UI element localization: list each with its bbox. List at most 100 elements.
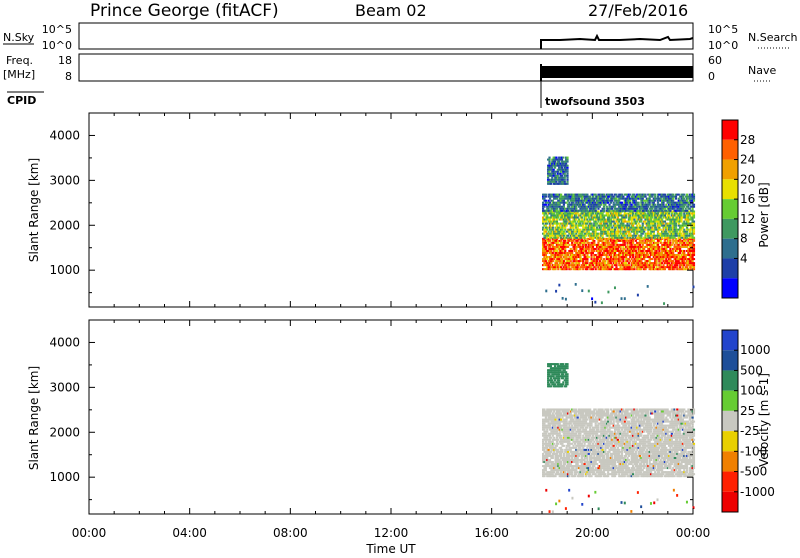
heatmap-cell bbox=[568, 475, 570, 477]
heatmap-cell bbox=[603, 252, 605, 254]
heatmap-cell bbox=[618, 262, 620, 264]
heatmap-cell bbox=[621, 202, 623, 204]
heatmap-cell bbox=[556, 225, 558, 227]
heatmap-cell bbox=[663, 302, 665, 305]
heatmap-cell bbox=[556, 437, 558, 439]
heatmap-cell bbox=[604, 262, 606, 264]
heatmap-cell bbox=[571, 250, 573, 252]
heatmap-cell bbox=[565, 163, 567, 165]
heatmap-cell bbox=[546, 447, 548, 449]
heatmap-cell bbox=[570, 260, 572, 262]
heatmap-cell bbox=[550, 237, 552, 239]
heatmap-cell bbox=[683, 242, 685, 244]
heatmap-cell bbox=[693, 229, 695, 231]
heatmap-cell bbox=[592, 435, 594, 437]
heatmap-cell bbox=[559, 417, 561, 419]
heatmap-cell bbox=[671, 212, 673, 214]
heatmap-cell bbox=[640, 268, 642, 270]
heatmap-cell bbox=[644, 221, 646, 223]
heatmap-cell bbox=[592, 196, 594, 198]
heatmap-cell bbox=[559, 173, 561, 175]
heatmap-cell bbox=[603, 208, 605, 210]
heatmap-cell bbox=[572, 439, 574, 441]
heatmap-cell bbox=[693, 221, 695, 223]
heatmap-cell bbox=[542, 217, 544, 219]
heatmap-cell bbox=[691, 242, 693, 244]
heatmap-cell bbox=[635, 200, 637, 202]
heatmap-cell bbox=[636, 221, 638, 223]
heatmap-cell bbox=[563, 465, 565, 467]
heatmap-cell bbox=[558, 284, 560, 287]
heatmap-cell bbox=[628, 221, 630, 223]
heatmap-cell bbox=[564, 463, 566, 465]
heatmap-cell bbox=[554, 161, 556, 163]
heatmap-cell bbox=[589, 443, 591, 445]
heatmap-cell bbox=[693, 233, 695, 235]
heatmap-cell bbox=[553, 410, 555, 412]
heatmap-cell bbox=[588, 290, 590, 293]
heatmap-cell bbox=[585, 421, 587, 423]
heatmap-cell bbox=[589, 465, 591, 467]
heatmap-cell bbox=[607, 291, 609, 294]
heatmap-cell bbox=[682, 227, 684, 229]
heatmap-cell bbox=[577, 451, 579, 453]
heatmap-cell bbox=[548, 208, 550, 210]
heatmap-cell bbox=[600, 227, 602, 229]
heatmap-cell bbox=[669, 242, 671, 244]
heatmap-cell bbox=[660, 264, 662, 266]
heatmap-cell bbox=[643, 231, 645, 233]
heatmap-cell bbox=[595, 225, 597, 227]
heatmap-cell bbox=[600, 419, 602, 421]
nsky-trace bbox=[541, 36, 693, 49]
heatmap-cell bbox=[582, 260, 584, 262]
heatmap-cell bbox=[644, 194, 646, 196]
heatmap-cell bbox=[600, 250, 602, 252]
heatmap-cell bbox=[693, 240, 695, 242]
heatmap-cell bbox=[546, 237, 548, 239]
heatmap-cell bbox=[689, 252, 691, 254]
heatmap-cell bbox=[572, 262, 574, 264]
heatmap-cell bbox=[617, 217, 619, 219]
heatmap-cell bbox=[643, 258, 645, 260]
heatmap-cell bbox=[552, 435, 554, 437]
heatmap-cell bbox=[689, 204, 691, 206]
heatmap-cell bbox=[566, 419, 568, 421]
heatmap-cell bbox=[548, 242, 550, 244]
heatmap-cell bbox=[545, 194, 547, 196]
heatmap-cell bbox=[559, 459, 561, 461]
heatmap-cell bbox=[557, 449, 559, 451]
heatmap-cell bbox=[672, 252, 674, 254]
heatmap-cell bbox=[679, 248, 681, 250]
heatmap-cell bbox=[585, 417, 587, 419]
heatmap-cell bbox=[561, 443, 563, 445]
heatmap-cell bbox=[610, 256, 612, 258]
heatmap-cell bbox=[675, 198, 677, 200]
heatmap-cell bbox=[586, 455, 588, 457]
heatmap-cell bbox=[593, 250, 595, 252]
heatmap-cell bbox=[632, 252, 634, 254]
heatmap-cell bbox=[562, 157, 564, 159]
heatmap-cell bbox=[620, 231, 622, 233]
heatmap-cell bbox=[622, 250, 624, 252]
heatmap-cell bbox=[604, 260, 606, 262]
heatmap-cell bbox=[557, 443, 559, 445]
heatmap-cell bbox=[631, 258, 633, 260]
heatmap-cell bbox=[568, 244, 570, 246]
heatmap-cell bbox=[615, 242, 617, 244]
heatmap-cell bbox=[563, 235, 565, 237]
heatmap-cell bbox=[672, 194, 674, 196]
heatmap-cell bbox=[650, 210, 652, 212]
heatmap-cell bbox=[686, 266, 688, 268]
heatmap-cell bbox=[592, 439, 594, 441]
heatmap-cell bbox=[685, 208, 687, 210]
heatmap-cell bbox=[557, 171, 559, 173]
heatmap-cell bbox=[568, 202, 570, 204]
heatmap-cell bbox=[556, 453, 558, 455]
heatmap-cell bbox=[556, 250, 558, 252]
heatmap-cell bbox=[693, 262, 695, 264]
heatmap-cell bbox=[579, 433, 581, 435]
heatmap-cell bbox=[693, 196, 695, 198]
heatmap-cell bbox=[624, 244, 626, 246]
heatmap-cell bbox=[597, 208, 599, 210]
heatmap-cell bbox=[543, 449, 545, 451]
